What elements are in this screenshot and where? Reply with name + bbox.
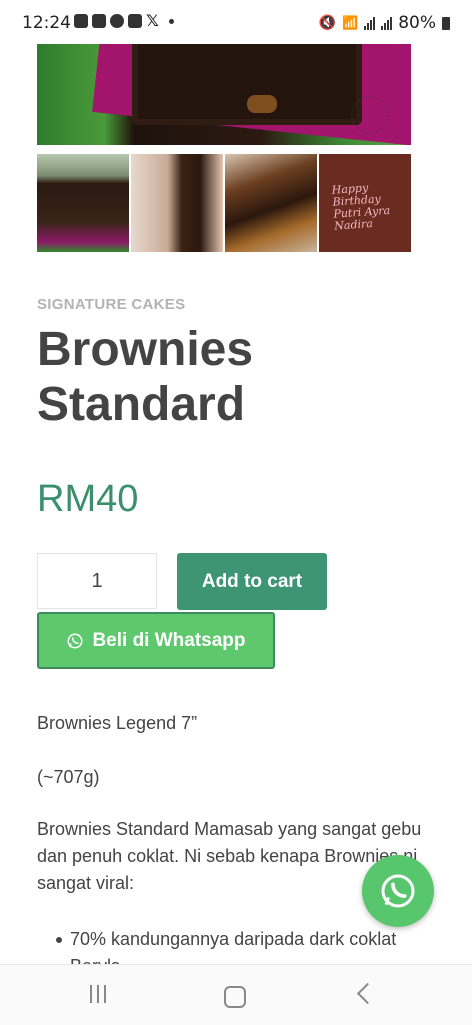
x-app-icon: 𝕏 bbox=[146, 11, 159, 30]
thumbnail-1[interactable] bbox=[37, 154, 129, 252]
brownie-image bbox=[132, 40, 362, 125]
description-line-2: (~707g) bbox=[37, 767, 100, 787]
add-to-cart-button[interactable]: Add to cart bbox=[177, 553, 327, 610]
status-bar: 12:24 𝕏 🔇 📶 80% bbox=[0, 0, 472, 44]
thumbnail-4-text: Happy Birthday Putri Ayra Nadira bbox=[331, 181, 391, 233]
thumbnail-3[interactable] bbox=[225, 154, 317, 252]
instagram-icon bbox=[92, 14, 106, 28]
system-icons: 🔇 📶 80% bbox=[319, 13, 450, 33]
whatsapp-icon bbox=[67, 633, 83, 648]
caramel-topping bbox=[247, 95, 277, 113]
whatsapp-button-label: Beli di Whatsapp bbox=[92, 629, 246, 651]
mute-icon: 🔇 bbox=[318, 15, 337, 31]
quantity-input[interactable]: 1 bbox=[37, 553, 157, 609]
thumbnail-2[interactable] bbox=[131, 154, 223, 252]
product-category[interactable]: SIGNATURE CAKES bbox=[37, 296, 185, 313]
shopping-bag-icon bbox=[128, 14, 142, 28]
image-zoom-icon[interactable] bbox=[351, 96, 389, 134]
telegram-icon bbox=[110, 14, 124, 28]
product-thumbnails: Happy Birthday Putri Ayra Nadira bbox=[37, 154, 411, 252]
notification-icons: 𝕏 bbox=[74, 11, 174, 30]
whatsapp-order-button[interactable]: Beli di Whatsapp bbox=[37, 612, 275, 669]
recent-apps-icon[interactable] bbox=[90, 985, 112, 1005]
product-main-image[interactable] bbox=[37, 40, 411, 145]
description-line-1: Brownies Legend 7” bbox=[37, 713, 198, 733]
signal-icon bbox=[364, 16, 376, 30]
battery-percent: 80% bbox=[398, 13, 436, 33]
whatsapp-icon bbox=[381, 874, 415, 908]
wifi-call-icon: 📶 bbox=[342, 15, 359, 31]
home-icon[interactable] bbox=[224, 986, 246, 1008]
system-navigation-bar bbox=[0, 964, 472, 1025]
status-time: 12:24 bbox=[22, 13, 71, 33]
more-notifications-icon bbox=[168, 19, 174, 24]
gallery-icon bbox=[74, 14, 88, 28]
battery-icon bbox=[442, 16, 450, 30]
product-price: RM40 bbox=[37, 478, 139, 520]
thumbnail-4[interactable]: Happy Birthday Putri Ayra Nadira bbox=[319, 154, 411, 252]
back-icon[interactable] bbox=[356, 982, 379, 1005]
whatsapp-floating-button[interactable] bbox=[362, 855, 434, 927]
product-title: Brownies Standard bbox=[37, 323, 254, 431]
signal-icon-2 bbox=[381, 16, 393, 30]
